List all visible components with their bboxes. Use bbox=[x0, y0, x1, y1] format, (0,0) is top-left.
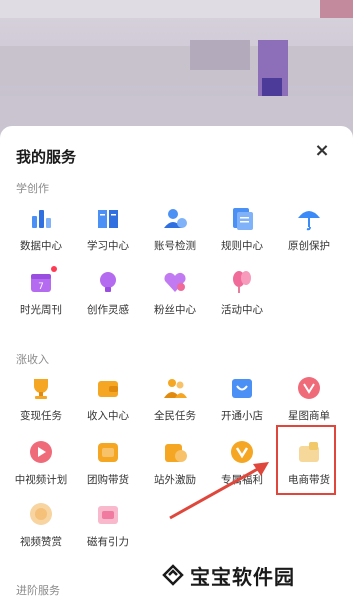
service-label: 星图商单 bbox=[288, 410, 330, 422]
balloon-icon bbox=[233, 271, 251, 293]
service-all-people-tasks[interactable]: 全民任务 bbox=[146, 374, 204, 432]
service-label: 原创保护 bbox=[288, 240, 330, 252]
shop-icon bbox=[232, 379, 252, 398]
magnet-icon bbox=[98, 506, 118, 524]
service-data-center[interactable]: 数据中心 bbox=[12, 204, 70, 262]
highlight-box bbox=[276, 425, 336, 495]
service-label: 活动中心 bbox=[221, 304, 263, 316]
umbrella-icon bbox=[298, 211, 320, 231]
heart-icon bbox=[164, 272, 186, 292]
service-label: 变现任务 bbox=[20, 410, 62, 422]
service-label: 中视频计划 bbox=[14, 474, 68, 486]
service-video-reward[interactable]: 视频赞赏 bbox=[12, 500, 70, 558]
service-label: 学习中心 bbox=[87, 240, 129, 252]
panel-title: 我的服务 bbox=[16, 148, 77, 166]
service-label: 磁有引力 bbox=[87, 536, 129, 548]
group-buy-icon bbox=[98, 443, 118, 462]
service-account-check[interactable]: 账号检测 bbox=[146, 204, 204, 262]
book-icon bbox=[98, 210, 118, 228]
calendar-icon: 7 bbox=[31, 274, 51, 292]
people-icon bbox=[164, 379, 187, 398]
service-label: 全民任务 bbox=[154, 410, 196, 422]
service-creative-inspiration[interactable]: 创作灵感 bbox=[79, 268, 137, 326]
blurred-background bbox=[0, 0, 353, 140]
service-label: 视频赞赏 bbox=[20, 536, 62, 548]
service-label: 时光周刊 bbox=[20, 304, 62, 316]
document-icon bbox=[233, 208, 253, 230]
service-original-protection[interactable]: 原创保护 bbox=[280, 204, 338, 262]
service-magnetic-attraction[interactable]: 磁有引力 bbox=[79, 500, 137, 558]
service-label: 开通小店 bbox=[221, 410, 263, 422]
service-mid-video-plan[interactable]: 中视频计划 bbox=[12, 438, 70, 496]
services-panel: 我的服务 × 学创作 数据中心 学习中心 账号检测 规则中心 原创保护 7 时光… bbox=[0, 126, 353, 600]
close-icon[interactable]: × bbox=[311, 140, 333, 162]
watermark: 宝宝软件园 bbox=[162, 560, 295, 590]
wallet-icon bbox=[98, 381, 118, 397]
service-income-center[interactable]: 收入中心 bbox=[79, 374, 137, 432]
user-check-icon bbox=[164, 209, 187, 228]
lightbulb-icon bbox=[100, 272, 116, 292]
service-monetize-tasks[interactable]: 变现任务 bbox=[12, 374, 70, 432]
service-label: 团购带货 bbox=[87, 474, 129, 486]
service-fans-center[interactable]: 粉丝中心 bbox=[146, 268, 204, 326]
service-rules-center[interactable]: 规则中心 bbox=[213, 204, 271, 262]
service-open-shop[interactable]: 开通小店 bbox=[213, 374, 271, 432]
section-label-create: 学创作 bbox=[16, 182, 49, 195]
service-label: 数据中心 bbox=[20, 240, 62, 252]
red-arrow-annotation bbox=[169, 462, 269, 520]
service-star-map-orders[interactable]: 星图商单 bbox=[280, 374, 338, 432]
svg-text:7: 7 bbox=[38, 282, 44, 292]
bar-chart-icon bbox=[32, 210, 51, 228]
notification-dot bbox=[51, 266, 57, 272]
service-label: 创作灵感 bbox=[87, 304, 129, 316]
service-label: 粉丝中心 bbox=[154, 304, 196, 316]
service-time-weekly[interactable]: 7 时光周刊 bbox=[12, 266, 70, 326]
section-label-income: 涨收入 bbox=[16, 353, 49, 366]
play-icon bbox=[30, 441, 52, 463]
service-learning-center[interactable]: 学习中心 bbox=[79, 204, 137, 262]
trophy-icon bbox=[34, 379, 48, 399]
star-map-icon bbox=[298, 377, 320, 399]
service-group-buy[interactable]: 团购带货 bbox=[79, 438, 137, 496]
reward-icon bbox=[30, 503, 52, 525]
service-label: 规则中心 bbox=[221, 240, 263, 252]
watermark-logo-icon bbox=[162, 564, 184, 586]
service-label: 账号检测 bbox=[154, 240, 196, 252]
service-label: 收入中心 bbox=[87, 410, 129, 422]
watermark-text: 宝宝软件园 bbox=[190, 564, 295, 589]
service-activity-center[interactable]: 活动中心 bbox=[213, 268, 271, 326]
section-label-advanced: 进阶服务 bbox=[16, 584, 60, 597]
